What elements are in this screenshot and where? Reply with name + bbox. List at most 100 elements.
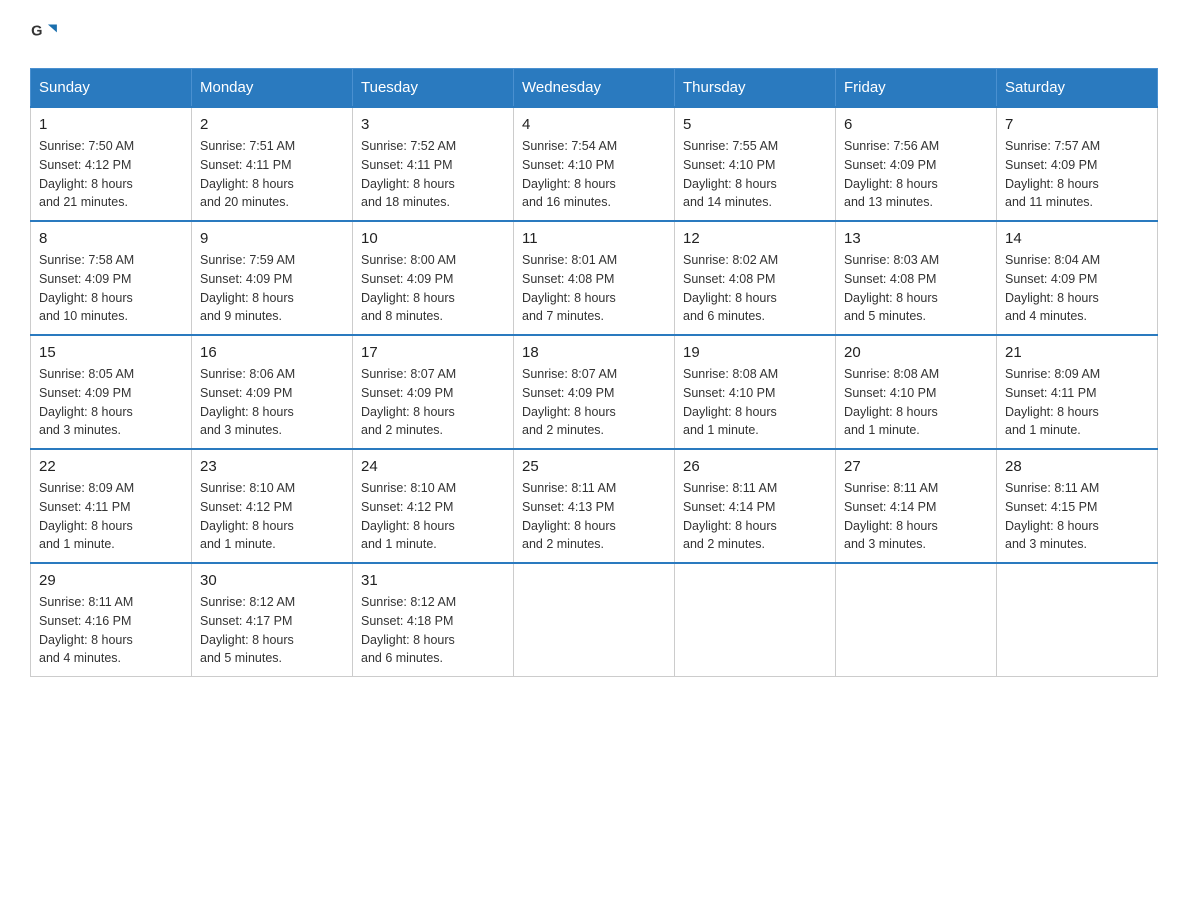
day-number: 12	[683, 230, 827, 247]
day-info: Sunrise: 8:07 AMSunset: 4:09 PMDaylight:…	[522, 365, 666, 440]
week-row-5: 29 Sunrise: 8:11 AMSunset: 4:16 PMDayligh…	[31, 563, 1158, 677]
day-number: 10	[361, 230, 505, 247]
page-header: G	[30, 20, 1158, 48]
day-number: 30	[200, 572, 344, 589]
day-info: Sunrise: 8:11 AMSunset: 4:14 PMDaylight:…	[844, 479, 988, 554]
day-cell: 3 Sunrise: 7:52 AMSunset: 4:11 PMDaylight…	[353, 107, 514, 221]
day-cell: 14 Sunrise: 8:04 AMSunset: 4:09 PMDayligh…	[997, 221, 1158, 335]
day-info: Sunrise: 7:55 AMSunset: 4:10 PMDaylight:…	[683, 137, 827, 212]
day-info: Sunrise: 8:11 AMSunset: 4:16 PMDaylight:…	[39, 593, 183, 668]
header-wednesday: Wednesday	[514, 69, 675, 108]
day-number: 25	[522, 458, 666, 475]
day-info: Sunrise: 7:59 AMSunset: 4:09 PMDaylight:…	[200, 251, 344, 326]
day-cell: 22 Sunrise: 8:09 AMSunset: 4:11 PMDayligh…	[31, 449, 192, 563]
calendar-table: SundayMondayTuesdayWednesdayThursdayFrid…	[30, 68, 1158, 677]
day-info: Sunrise: 8:12 AMSunset: 4:18 PMDaylight:…	[361, 593, 505, 668]
day-cell: 31 Sunrise: 8:12 AMSunset: 4:18 PMDayligh…	[353, 563, 514, 677]
day-number: 3	[361, 116, 505, 133]
day-info: Sunrise: 7:52 AMSunset: 4:11 PMDaylight:…	[361, 137, 505, 212]
day-info: Sunrise: 8:08 AMSunset: 4:10 PMDaylight:…	[844, 365, 988, 440]
week-row-3: 15 Sunrise: 8:05 AMSunset: 4:09 PMDayligh…	[31, 335, 1158, 449]
week-row-2: 8 Sunrise: 7:58 AMSunset: 4:09 PMDaylight…	[31, 221, 1158, 335]
day-info: Sunrise: 8:09 AMSunset: 4:11 PMDaylight:…	[1005, 365, 1149, 440]
day-cell: 18 Sunrise: 8:07 AMSunset: 4:09 PMDayligh…	[514, 335, 675, 449]
day-cell: 29 Sunrise: 8:11 AMSunset: 4:16 PMDayligh…	[31, 563, 192, 677]
day-cell	[514, 563, 675, 677]
day-number: 9	[200, 230, 344, 247]
header-tuesday: Tuesday	[353, 69, 514, 108]
day-cell: 9 Sunrise: 7:59 AMSunset: 4:09 PMDaylight…	[192, 221, 353, 335]
day-cell: 10 Sunrise: 8:00 AMSunset: 4:09 PMDayligh…	[353, 221, 514, 335]
day-cell	[836, 563, 997, 677]
day-info: Sunrise: 8:12 AMSunset: 4:17 PMDaylight:…	[200, 593, 344, 668]
day-cell: 24Sunrise: 8:10 AMSunset: 4:12 PMDayligh…	[353, 449, 514, 563]
day-number: 5	[683, 116, 827, 133]
header-saturday: Saturday	[997, 69, 1158, 108]
day-info: Sunrise: 8:10 AMSunset: 4:12 PMDaylight:…	[200, 479, 344, 554]
day-cell: 15 Sunrise: 8:05 AMSunset: 4:09 PMDayligh…	[31, 335, 192, 449]
day-info: Sunrise: 8:11 AMSunset: 4:14 PMDaylight:…	[683, 479, 827, 554]
day-cell	[675, 563, 836, 677]
day-cell: 1 Sunrise: 7:50 AMSunset: 4:12 PMDaylight…	[31, 107, 192, 221]
day-info: Sunrise: 8:02 AMSunset: 4:08 PMDaylight:…	[683, 251, 827, 326]
day-cell: 7 Sunrise: 7:57 AMSunset: 4:09 PMDaylight…	[997, 107, 1158, 221]
day-info: Sunrise: 8:04 AMSunset: 4:09 PMDaylight:…	[1005, 251, 1149, 326]
day-info: Sunrise: 8:00 AMSunset: 4:09 PMDaylight:…	[361, 251, 505, 326]
day-number: 15	[39, 344, 183, 361]
day-number: 14	[1005, 230, 1149, 247]
day-cell: 28Sunrise: 8:11 AMSunset: 4:15 PMDayligh…	[997, 449, 1158, 563]
day-number: 16	[200, 344, 344, 361]
day-cell: 11 Sunrise: 8:01 AMSunset: 4:08 PMDayligh…	[514, 221, 675, 335]
day-info: Sunrise: 8:11 AMSunset: 4:15 PMDaylight:…	[1005, 479, 1149, 554]
day-cell: 20 Sunrise: 8:08 AMSunset: 4:10 PMDayligh…	[836, 335, 997, 449]
day-number: 31	[361, 572, 505, 589]
day-number: 20	[844, 344, 988, 361]
day-number: 23	[200, 458, 344, 475]
day-number: 1	[39, 116, 183, 133]
day-number: 11	[522, 230, 666, 247]
day-info: Sunrise: 8:10 AMSunset: 4:12 PMDaylight:…	[361, 479, 505, 554]
day-number: 2	[200, 116, 344, 133]
day-number: 13	[844, 230, 988, 247]
day-cell: 16 Sunrise: 8:06 AMSunset: 4:09 PMDayligh…	[192, 335, 353, 449]
svg-text:G: G	[31, 24, 42, 40]
day-number: 27	[844, 458, 988, 475]
day-info: Sunrise: 8:11 AMSunset: 4:13 PMDaylight:…	[522, 479, 666, 554]
day-info: Sunrise: 7:56 AMSunset: 4:09 PMDaylight:…	[844, 137, 988, 212]
day-cell: 30 Sunrise: 8:12 AMSunset: 4:17 PMDayligh…	[192, 563, 353, 677]
day-number: 7	[1005, 116, 1149, 133]
day-info: Sunrise: 8:05 AMSunset: 4:09 PMDaylight:…	[39, 365, 183, 440]
day-info: Sunrise: 7:50 AMSunset: 4:12 PMDaylight:…	[39, 137, 183, 212]
day-cell: 23 Sunrise: 8:10 AMSunset: 4:12 PMDayligh…	[192, 449, 353, 563]
day-cell: 12 Sunrise: 8:02 AMSunset: 4:08 PMDayligh…	[675, 221, 836, 335]
day-info: Sunrise: 7:58 AMSunset: 4:09 PMDaylight:…	[39, 251, 183, 326]
day-info: Sunrise: 8:08 AMSunset: 4:10 PMDaylight:…	[683, 365, 827, 440]
day-info: Sunrise: 8:09 AMSunset: 4:11 PMDaylight:…	[39, 479, 183, 554]
logo: G	[30, 20, 62, 48]
day-number: 6	[844, 116, 988, 133]
day-info: Sunrise: 8:07 AMSunset: 4:09 PMDaylight:…	[361, 365, 505, 440]
days-header-row: SundayMondayTuesdayWednesdayThursdayFrid…	[31, 69, 1158, 108]
day-cell: 27 Sunrise: 8:11 AMSunset: 4:14 PMDayligh…	[836, 449, 997, 563]
day-number: 19	[683, 344, 827, 361]
day-number: 4	[522, 116, 666, 133]
day-info: Sunrise: 8:01 AMSunset: 4:08 PMDaylight:…	[522, 251, 666, 326]
header-friday: Friday	[836, 69, 997, 108]
header-sunday: Sunday	[31, 69, 192, 108]
day-info: Sunrise: 8:06 AMSunset: 4:09 PMDaylight:…	[200, 365, 344, 440]
day-cell: 4 Sunrise: 7:54 AMSunset: 4:10 PMDaylight…	[514, 107, 675, 221]
day-info: Sunrise: 7:54 AMSunset: 4:10 PMDaylight:…	[522, 137, 666, 212]
day-cell: 8 Sunrise: 7:58 AMSunset: 4:09 PMDaylight…	[31, 221, 192, 335]
day-number: 8	[39, 230, 183, 247]
week-row-1: 1 Sunrise: 7:50 AMSunset: 4:12 PMDaylight…	[31, 107, 1158, 221]
day-number: 26	[683, 458, 827, 475]
day-cell: 13Sunrise: 8:03 AMSunset: 4:08 PMDayligh…	[836, 221, 997, 335]
day-cell: 17 Sunrise: 8:07 AMSunset: 4:09 PMDayligh…	[353, 335, 514, 449]
day-number: 18	[522, 344, 666, 361]
day-number: 29	[39, 572, 183, 589]
day-info: Sunrise: 7:57 AMSunset: 4:09 PMDaylight:…	[1005, 137, 1149, 212]
header-thursday: Thursday	[675, 69, 836, 108]
day-number: 17	[361, 344, 505, 361]
day-number: 21	[1005, 344, 1149, 361]
day-number: 22	[39, 458, 183, 475]
